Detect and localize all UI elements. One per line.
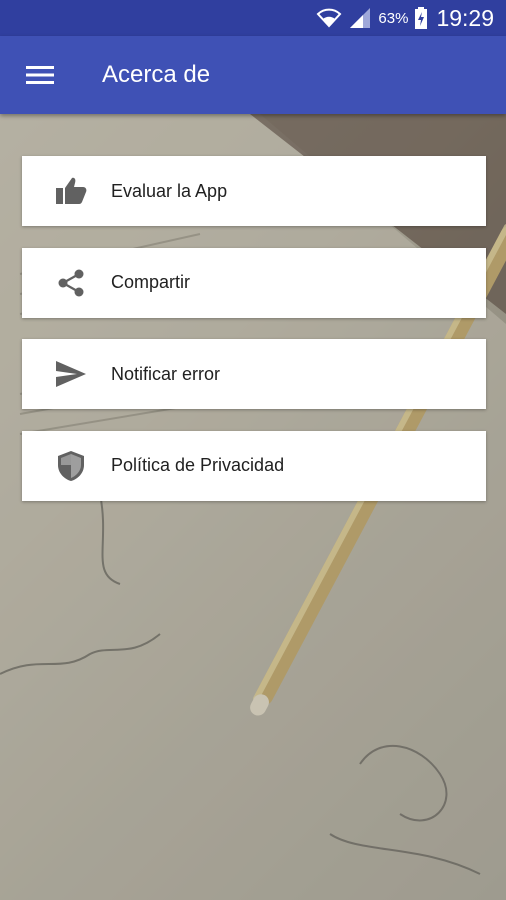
menu-button[interactable] <box>20 55 60 95</box>
about-menu-list: Evaluar la App Compartir Notificar error <box>22 156 486 522</box>
shield-icon <box>54 449 88 483</box>
menu-item-label: Evaluar la App <box>111 180 228 201</box>
battery-charging-icon <box>414 6 428 30</box>
thumbs-up-icon <box>54 174 88 208</box>
rate-app-button[interactable]: Evaluar la App <box>22 156 486 226</box>
report-error-button[interactable]: Notificar error <box>22 339 486 409</box>
signal-icon <box>348 6 372 30</box>
page-title: Acerca de <box>102 61 211 88</box>
menu-item-label: Notificar error <box>111 363 221 384</box>
share-button[interactable]: Compartir <box>22 247 486 318</box>
hamburger-menu-icon <box>26 66 54 84</box>
app-bar: Acerca de <box>0 36 506 114</box>
menu-item-label: Compartir <box>111 272 191 292</box>
status-bar: 63% 19:29 <box>0 0 506 36</box>
send-icon <box>54 357 88 391</box>
privacy-policy-button[interactable]: Política de Privacidad <box>22 430 486 501</box>
clock: 19:29 <box>436 4 494 31</box>
battery-percent: 63% <box>378 9 409 27</box>
wifi-icon <box>316 6 342 30</box>
share-icon <box>54 266 88 300</box>
menu-item-label: Política de Privacidad <box>111 455 285 475</box>
